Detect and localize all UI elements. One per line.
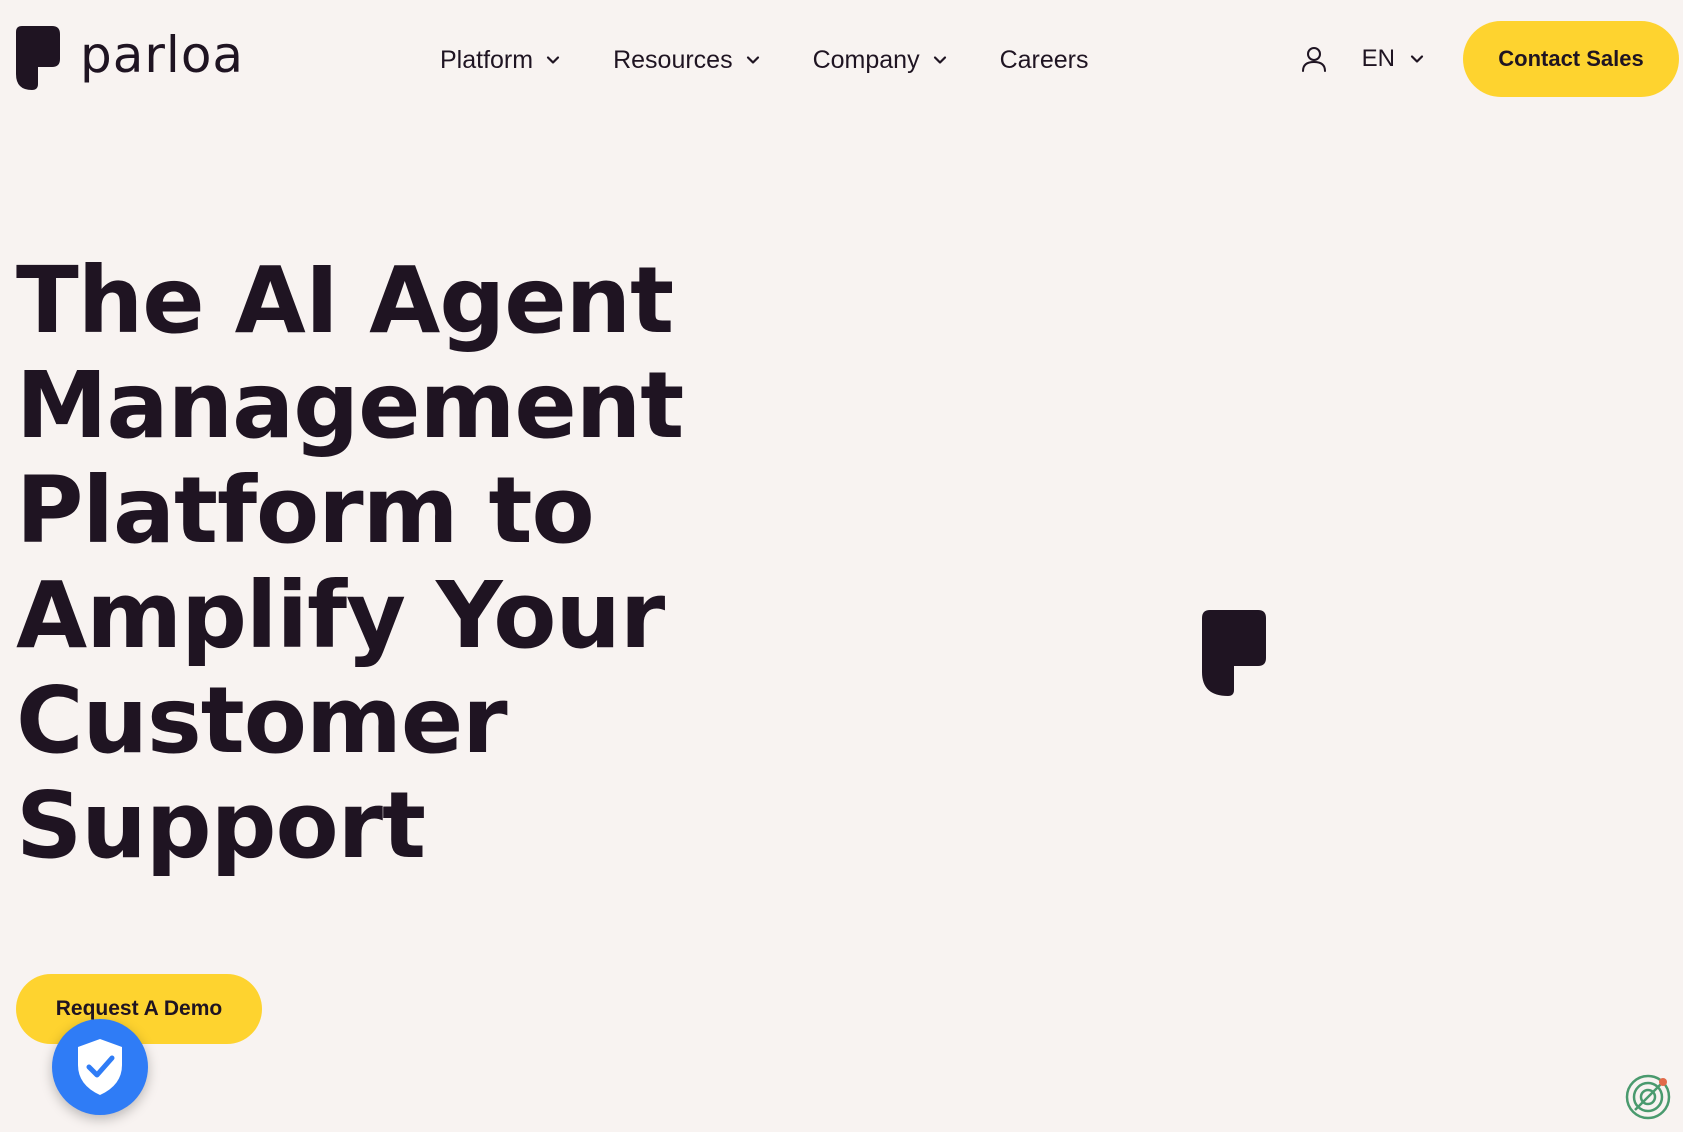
nav-item-label: Careers (999, 45, 1089, 74)
chevron-down-icon (746, 56, 759, 64)
contact-sales-button[interactable]: Contact Sales (1463, 21, 1679, 97)
request-demo-button[interactable]: Request A Demo (16, 974, 262, 1044)
logo-wordmark: parloa (80, 26, 245, 84)
hero-title: The AI Agent Management Platform to Ampl… (16, 248, 736, 878)
nav-item-company[interactable]: Company (813, 46, 948, 75)
chevron-down-icon (1410, 55, 1424, 63)
chevron-down-icon (546, 56, 560, 64)
nav-item-label: Platform (440, 45, 534, 74)
nav-item-label: Resources (613, 45, 733, 74)
logo-mark-icon (16, 26, 60, 90)
nav-item-platform[interactable]: Platform (440, 46, 561, 75)
accessibility-widget-icon[interactable] (1623, 1072, 1673, 1122)
hero-title-line: Support (16, 772, 426, 879)
privacy-shield-badge[interactable] (52, 1019, 148, 1115)
nav-item-resources[interactable]: Resources (613, 46, 761, 75)
nav-item-label: Company (812, 45, 920, 74)
parloa-logo[interactable]: parloa (16, 26, 244, 90)
parloa-mark-icon (1202, 610, 1266, 696)
hero-title-line: Amplify Your (16, 562, 665, 669)
hero-title-line: The AI Agent (16, 247, 674, 354)
main-nav: Platform Resources Company Careers (440, 40, 1141, 80)
site-header: parloa Platform Resources Company Career… (0, 0, 1683, 120)
shield-check-icon (78, 1039, 122, 1095)
hero-title-line: Customer (16, 667, 508, 774)
hero-title-line: Platform to (16, 457, 595, 564)
chevron-down-icon (933, 56, 946, 64)
nav-item-careers[interactable]: Careers (1000, 46, 1089, 75)
hero-title-line: Management (16, 352, 684, 459)
language-selector[interactable]: EN (1362, 45, 1425, 73)
user-icon[interactable] (1300, 45, 1328, 73)
header-actions: EN Contact Sales (1300, 20, 1683, 98)
language-label: EN (1361, 45, 1395, 72)
